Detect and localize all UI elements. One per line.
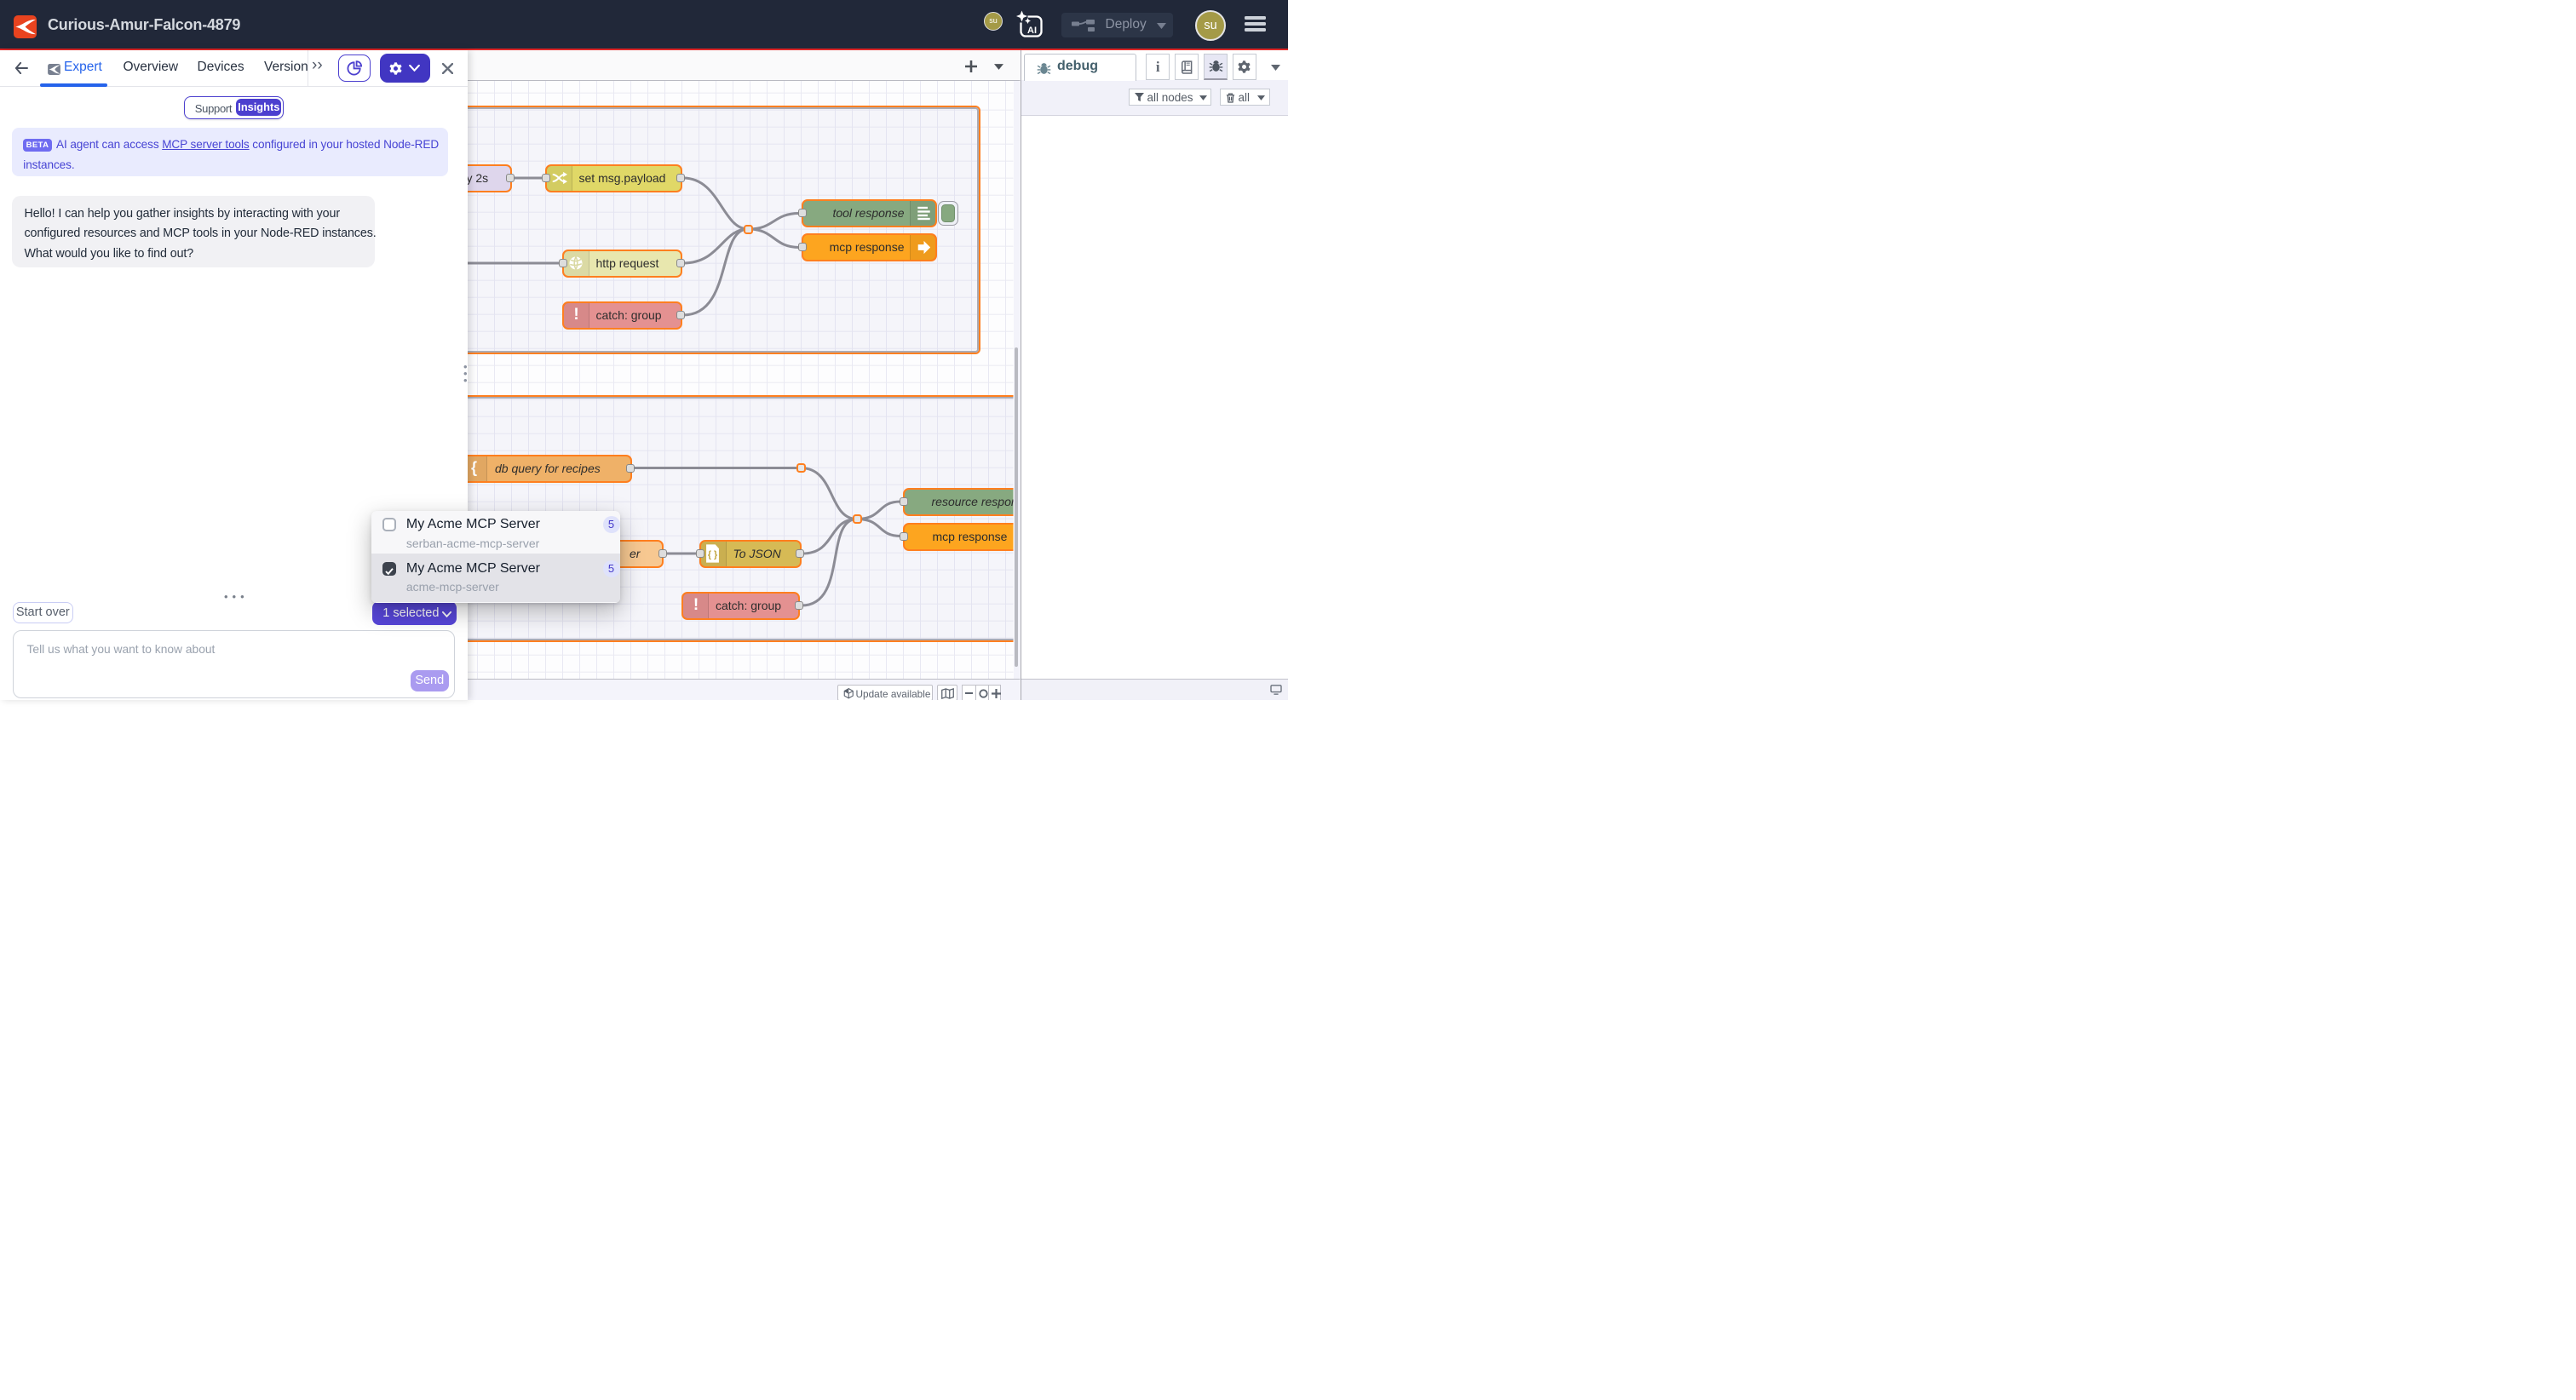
svg-text:AI: AI: [1027, 26, 1037, 36]
